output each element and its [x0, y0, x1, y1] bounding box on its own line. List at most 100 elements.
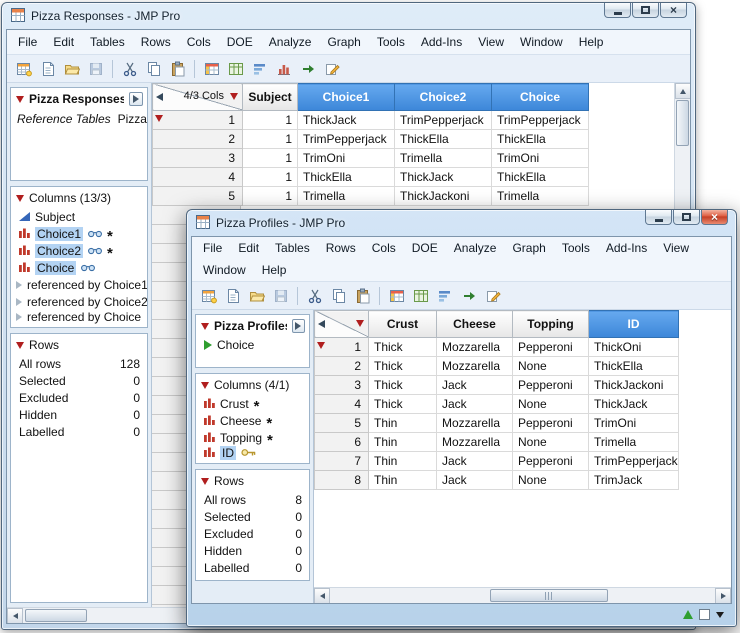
row-number-cell[interactable]: 5: [315, 414, 369, 433]
data-cell[interactable]: ThickElla: [492, 168, 589, 187]
data-cell[interactable]: None: [513, 433, 589, 452]
column-item-choice1[interactable]: Choice1 *: [11, 225, 147, 242]
data-cell[interactable]: TrimJack: [589, 471, 679, 490]
data-cell[interactable]: 1: [243, 130, 298, 149]
row-number-cell[interactable]: 7: [315, 452, 369, 471]
column-item-topping[interactable]: Topping *: [196, 429, 309, 446]
paste-icon[interactable]: [166, 57, 189, 80]
menu-rows[interactable]: Rows: [133, 32, 179, 52]
column-item-id[interactable]: ID: [196, 446, 309, 463]
menu-window[interactable]: Window: [512, 32, 571, 52]
menu-help[interactable]: Help: [571, 32, 612, 52]
disclosure-triangle-icon[interactable]: [16, 313, 22, 321]
distribution-icon[interactable]: [272, 57, 295, 80]
minimize-button[interactable]: [604, 3, 631, 18]
menu-file[interactable]: File: [195, 238, 230, 258]
open-icon[interactable]: [60, 57, 83, 80]
scrollbar-thumb[interactable]: [25, 609, 87, 622]
column-item-subject[interactable]: Subject: [11, 208, 147, 225]
table-corner-menu-icon[interactable]: [716, 612, 724, 618]
panel-expand-button[interactable]: [292, 319, 305, 333]
scrollbar-track[interactable]: [330, 588, 715, 603]
column-header-topping[interactable]: Topping: [513, 311, 589, 338]
close-button[interactable]: ×: [701, 210, 728, 225]
menu-addins[interactable]: Add-Ins: [413, 32, 470, 52]
row-number-cell[interactable]: 1: [153, 111, 243, 130]
column-header-cheese[interactable]: Cheese: [437, 311, 513, 338]
selection-indicator-box[interactable]: [699, 609, 710, 620]
save-icon[interactable]: [84, 57, 107, 80]
run-script-icon[interactable]: [457, 284, 480, 307]
data-cell[interactable]: ThickJack: [589, 395, 679, 414]
maximize-button[interactable]: [673, 210, 700, 225]
scroll-left-button[interactable]: [7, 608, 23, 624]
red-triangle-menu-icon[interactable]: [201, 323, 209, 330]
scroll-to-top-icon[interactable]: [683, 610, 693, 619]
menu-doe[interactable]: DOE: [404, 238, 446, 258]
data-cell[interactable]: TrimOni: [298, 149, 395, 168]
menu-rows[interactable]: Rows: [318, 238, 364, 258]
data-cell[interactable]: Trimella: [589, 433, 679, 452]
data-cell[interactable]: TrimPepperjack: [492, 111, 589, 130]
column-header-choice2[interactable]: Choice2: [395, 84, 492, 111]
columns-hotspot-icon[interactable]: [230, 93, 238, 100]
menu-tables[interactable]: Tables: [82, 32, 133, 52]
data-cell[interactable]: 1: [243, 111, 298, 130]
data-cell[interactable]: Mozzarella: [437, 433, 513, 452]
red-triangle-menu-icon[interactable]: [16, 96, 24, 103]
copy-icon[interactable]: [327, 284, 350, 307]
column-header-crust[interactable]: Crust: [369, 311, 437, 338]
data-cell[interactable]: Trimella: [298, 187, 395, 206]
row-number-cell[interactable]: 3: [315, 376, 369, 395]
row-number-cell[interactable]: 1: [315, 338, 369, 357]
splitter-collapse-icon[interactable]: [156, 93, 163, 101]
open-icon[interactable]: [245, 284, 268, 307]
paste-icon[interactable]: [351, 284, 374, 307]
menu-help[interactable]: Help: [254, 260, 295, 280]
row-number-cell[interactable]: 3: [153, 149, 243, 168]
red-triangle-menu-icon[interactable]: [16, 342, 24, 349]
data-cell[interactable]: Thick: [369, 357, 437, 376]
data-cell[interactable]: Thin: [369, 452, 437, 471]
cut-icon[interactable]: [303, 284, 326, 307]
data-cell[interactable]: TrimOni: [492, 149, 589, 168]
data-cell[interactable]: Mozzarella: [437, 414, 513, 433]
menu-graph[interactable]: Graph: [319, 32, 368, 52]
maximize-button[interactable]: [632, 3, 659, 18]
disclosure-triangle-icon[interactable]: [16, 281, 22, 289]
referenced-by-item[interactable]: referenced by Choice2: [11, 293, 147, 310]
menu-analyze[interactable]: Analyze: [446, 238, 505, 258]
data-cell[interactable]: ThickOni: [589, 338, 679, 357]
referenced-by-item[interactable]: referenced by Choice1: [11, 276, 147, 293]
data-cell[interactable]: Pepperoni: [513, 452, 589, 471]
menu-window[interactable]: Window: [195, 260, 254, 280]
row-number-cell[interactable]: 8: [315, 471, 369, 490]
menu-tools[interactable]: Tools: [369, 32, 413, 52]
menu-analyze[interactable]: Analyze: [261, 32, 320, 52]
data-cell[interactable]: Trimella: [395, 149, 492, 168]
red-triangle-menu-icon[interactable]: [201, 478, 209, 485]
data-cell[interactable]: Thin: [369, 433, 437, 452]
menu-addins[interactable]: Add-Ins: [598, 238, 655, 258]
data-cell[interactable]: ThickJackoni: [589, 376, 679, 395]
data-cell[interactable]: ThickElla: [298, 168, 395, 187]
data-cell[interactable]: ThickElla: [395, 130, 492, 149]
scroll-left-button[interactable]: [314, 588, 330, 604]
new-journal-icon[interactable]: [36, 57, 59, 80]
data-cell[interactable]: TrimPepperjack: [589, 452, 679, 471]
menu-edit[interactable]: Edit: [230, 238, 267, 258]
row-number-cell[interactable]: 6: [315, 433, 369, 452]
table-script-choice[interactable]: Choice: [196, 336, 309, 353]
grid-corner[interactable]: 4/3 Cols: [153, 84, 243, 111]
script-editor-icon[interactable]: [320, 57, 343, 80]
data-cell[interactable]: None: [513, 471, 589, 490]
sort-icon[interactable]: [433, 284, 456, 307]
new-journal-icon[interactable]: [221, 284, 244, 307]
copy-icon[interactable]: [142, 57, 165, 80]
data-cell[interactable]: Thick: [369, 338, 437, 357]
summary-table-icon[interactable]: [224, 57, 247, 80]
referenced-by-item[interactable]: referenced by Choice: [11, 310, 147, 327]
red-triangle-menu-icon[interactable]: [16, 195, 24, 202]
column-item-choice[interactable]: Choice: [11, 259, 147, 276]
menu-view[interactable]: View: [655, 238, 697, 258]
